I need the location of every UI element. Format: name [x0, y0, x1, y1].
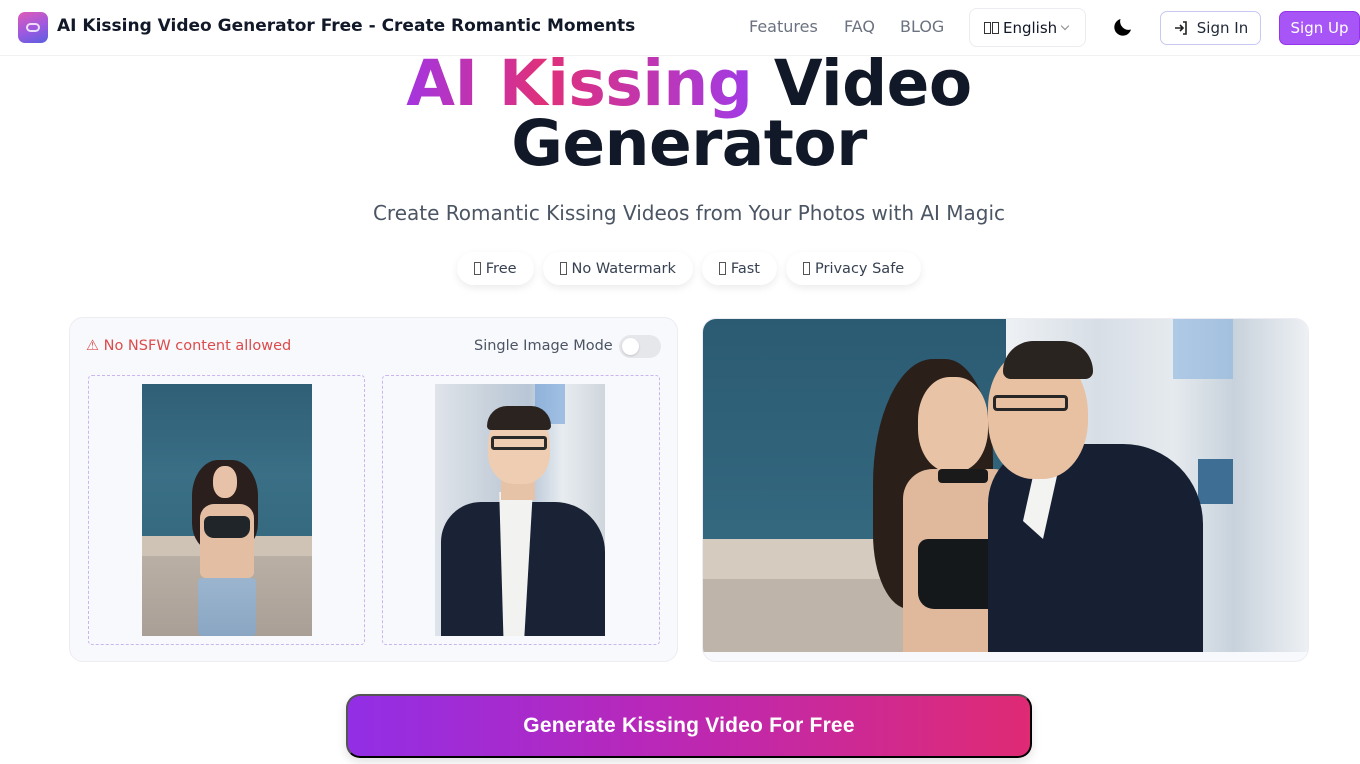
single-image-mode-label: Single Image Mode [474, 338, 613, 354]
chevron-down-icon [1060, 21, 1070, 30]
sign-up-button[interactable]: Sign Up [1279, 11, 1360, 45]
result-video-preview[interactable] [703, 319, 1308, 652]
emoji-icon [718, 262, 726, 275]
upload-panel: ⚠ No NSFW content allowed Single Image M… [69, 317, 678, 662]
badge-fast: Fast [701, 252, 777, 285]
second-photo-dropzone[interactable] [382, 375, 660, 645]
heart-link-icon [26, 23, 40, 32]
badge-label: Fast [730, 260, 760, 277]
emoji-icon [473, 262, 481, 275]
logo-icon[interactable] [18, 12, 48, 43]
first-person-photo [142, 384, 312, 636]
nav-blog[interactable]: BLOG [900, 17, 944, 36]
brand-title[interactable]: AI Kissing Video Generator Free - Create… [57, 16, 635, 36]
nav-faq[interactable]: FAQ [844, 17, 875, 36]
badge-label: Privacy Safe [815, 260, 905, 277]
flag-icon [984, 21, 999, 34]
emoji-icon [803, 262, 810, 275]
badge-label: No Watermark [571, 260, 676, 277]
badge-free: Free [456, 252, 534, 285]
sign-in-button[interactable]: Sign In [1160, 11, 1261, 45]
second-person-photo [435, 384, 605, 636]
moon-icon [1114, 19, 1131, 36]
badge-label: Free [485, 260, 517, 277]
language-label: English [1003, 18, 1058, 37]
generate-video-button[interactable]: Generate Kissing Video For Free [346, 694, 1032, 758]
sign-in-label: Sign In [1196, 19, 1249, 37]
toggle-knob [622, 338, 639, 355]
theme-toggle-button[interactable] [1111, 15, 1135, 39]
login-arrow-icon [1174, 21, 1187, 35]
emoji-icon [559, 262, 567, 275]
title-line2: Generator [511, 107, 867, 180]
feature-badges: Free No Watermark Fast Privacy Safe [0, 252, 1360, 285]
language-select[interactable]: English [969, 8, 1086, 47]
badge-privacy-safe: Privacy Safe [786, 252, 922, 285]
page-title: AI Kissing Video Generator [0, 52, 1360, 175]
result-preview-panel [702, 318, 1309, 662]
nsfw-warning: ⚠ No NSFW content allowed [86, 338, 292, 354]
single-image-mode-toggle[interactable] [619, 335, 661, 358]
nav-features[interactable]: Features [749, 17, 818, 36]
badge-no-watermark: No Watermark [542, 252, 693, 285]
first-photo-dropzone[interactable] [88, 375, 365, 645]
page-subtitle: Create Romantic Kissing Videos from Your… [372, 201, 1006, 225]
